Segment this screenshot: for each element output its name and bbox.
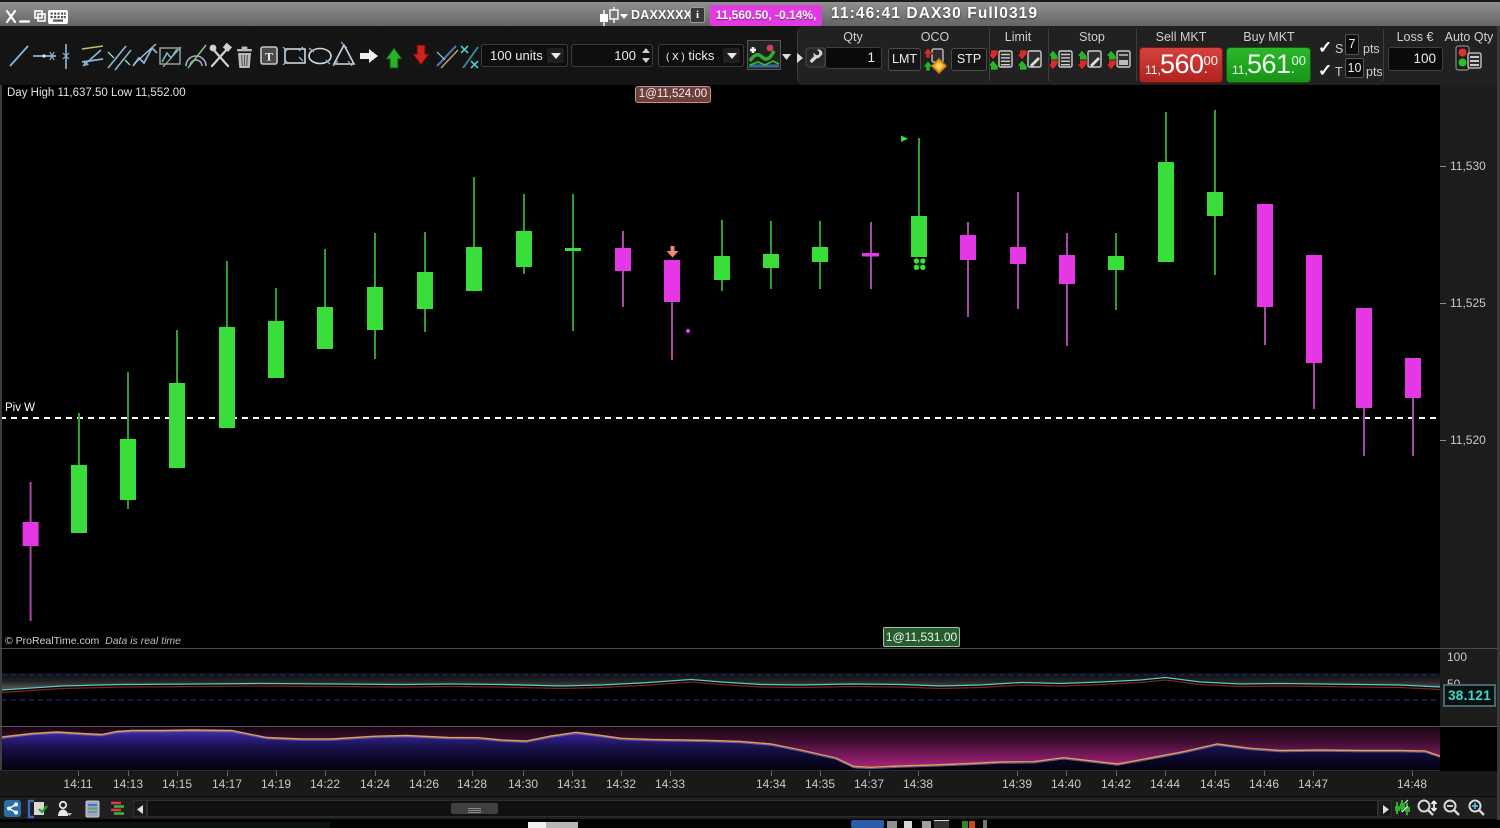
svg-text:T: T: [265, 50, 273, 64]
